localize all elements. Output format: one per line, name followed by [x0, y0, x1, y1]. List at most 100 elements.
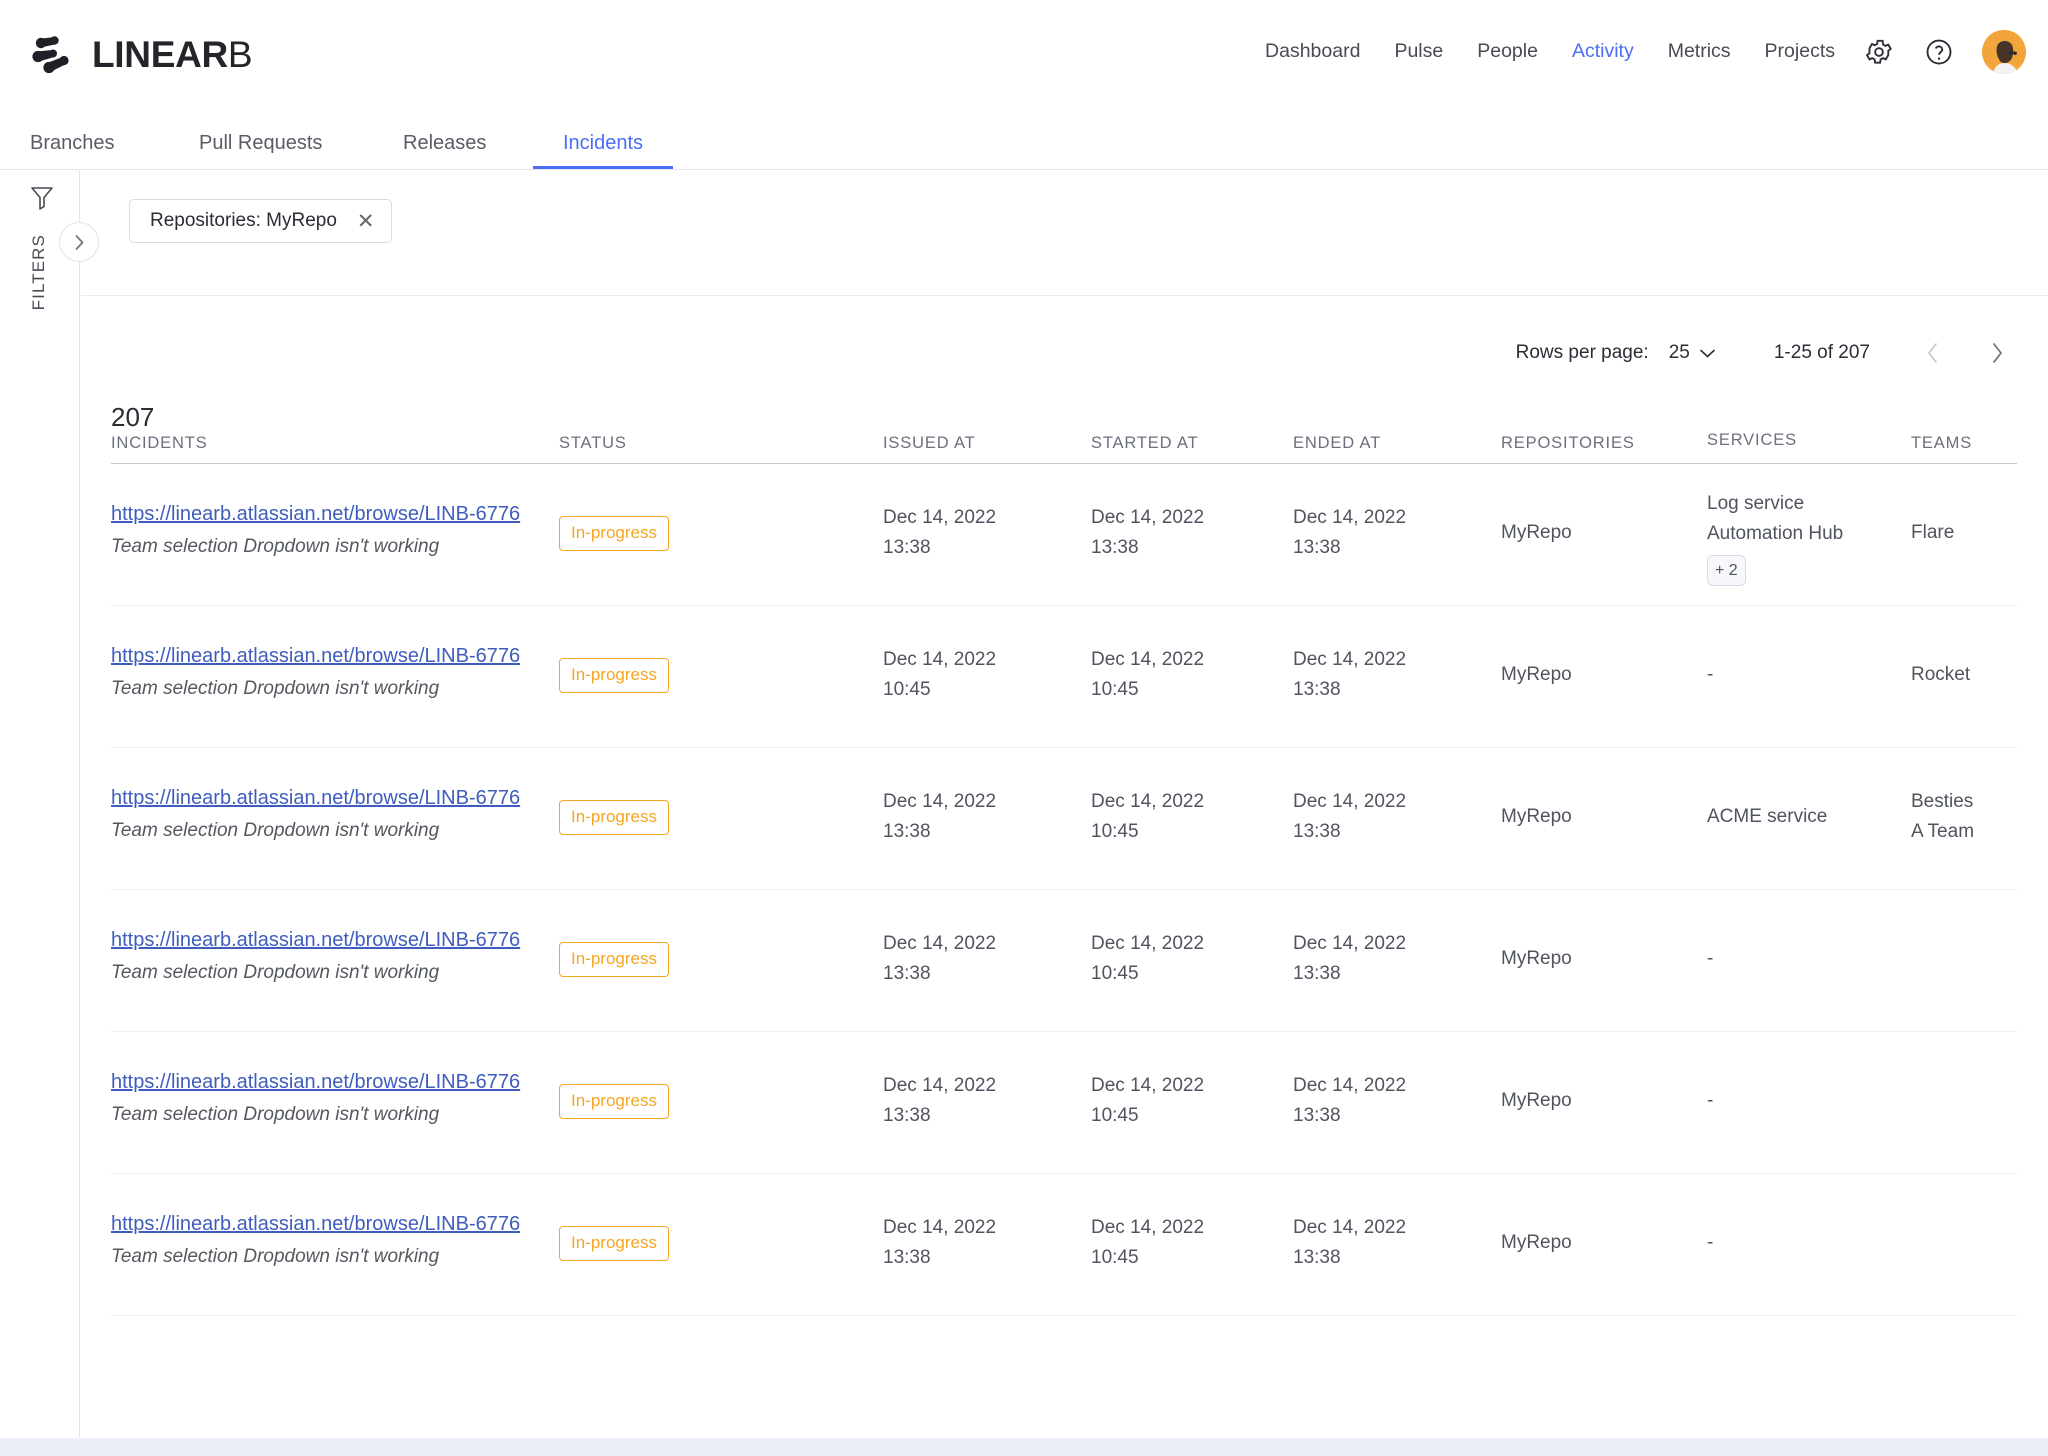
- table-header-row: 207 INCIDENTS STATUS ISSUED AT STARTED A…: [111, 402, 2017, 464]
- filters-rail: FILTERS: [0, 170, 80, 1438]
- table-row[interactable]: https://linearb.atlassian.net/browse/LIN…: [111, 1032, 2017, 1174]
- table-row[interactable]: https://linearb.atlassian.net/browse/LIN…: [111, 464, 2017, 606]
- column-header-teams: TEAMS: [1911, 434, 1973, 452]
- incident-link[interactable]: https://linearb.atlassian.net/browse/LIN…: [111, 929, 520, 952]
- incident-link[interactable]: https://linearb.atlassian.net/browse/LIN…: [111, 1071, 520, 1094]
- column-header-services: SERVICES: [1707, 431, 1797, 449]
- ended-at-date: Dec 14, 2022: [1293, 791, 1407, 812]
- bottom-strip: [0, 1438, 2048, 1456]
- team-name: Rocket: [1911, 664, 1971, 685]
- started-at-date: Dec 14, 2022: [1091, 649, 1205, 670]
- chevron-right-icon: [1993, 343, 2002, 363]
- ended-at-time: 13:38: [1293, 821, 1341, 842]
- chevron-down-icon: [1700, 349, 1715, 357]
- ended-at-cell: Dec 14, 2022 13:38: [1293, 1071, 1406, 1131]
- service-name: -: [1707, 1090, 1714, 1111]
- ended-at-date: Dec 14, 2022: [1293, 1217, 1407, 1238]
- close-icon[interactable]: ✕: [357, 211, 375, 232]
- issued-at-cell: Dec 14, 2022 13:38: [883, 503, 996, 563]
- linearb-logo-icon: [32, 36, 69, 74]
- table-row[interactable]: https://linearb.atlassian.net/browse/LIN…: [111, 606, 2017, 748]
- nav-item-projects[interactable]: Projects: [1748, 41, 1852, 62]
- incident-link[interactable]: https://linearb.atlassian.net/browse/LIN…: [111, 787, 520, 810]
- avatar[interactable]: [1982, 30, 2026, 74]
- table-row[interactable]: https://linearb.atlassian.net/browse/LIN…: [111, 748, 2017, 890]
- ended-at-date: Dec 14, 2022: [1293, 507, 1407, 528]
- table-row[interactable]: https://linearb.atlassian.net/browse/LIN…: [111, 1174, 2017, 1316]
- incident-link[interactable]: https://linearb.atlassian.net/browse/LIN…: [111, 645, 520, 668]
- ended-at-time: 13:38: [1293, 537, 1341, 558]
- incident-link[interactable]: https://linearb.atlassian.net/browse/LIN…: [111, 503, 520, 526]
- incident-link[interactable]: https://linearb.atlassian.net/browse/LIN…: [111, 1213, 520, 1236]
- brand-logo[interactable]: LINEARB: [30, 33, 253, 75]
- incidents-total-count: 207: [111, 402, 155, 432]
- ended-at-cell: Dec 14, 2022 13:38: [1293, 503, 1406, 563]
- nav-item-people[interactable]: People: [1460, 41, 1555, 62]
- tab-incidents[interactable]: Incidents: [532, 132, 674, 169]
- nav-item-pulse[interactable]: Pulse: [1377, 41, 1460, 62]
- ended-at-time: 13:38: [1293, 1105, 1341, 1126]
- issued-at-date: Dec 14, 2022: [883, 791, 997, 812]
- table-row[interactable]: https://linearb.atlassian.net/browse/LIN…: [111, 890, 2017, 1032]
- started-at-date: Dec 14, 2022: [1091, 791, 1205, 812]
- tab-releases[interactable]: Releases: [403, 132, 486, 169]
- services-cell: -: [1707, 944, 1713, 974]
- service-name: Automation Hub: [1707, 523, 1844, 544]
- repository-cell: MyRepo: [1501, 806, 1572, 827]
- column-header-repositories: REPOSITORIES: [1501, 434, 1635, 452]
- filter-chip-repositories[interactable]: Repositories: MyRepo ✕: [129, 199, 392, 243]
- teams-cell: Besties A Team: [1911, 787, 1974, 847]
- filters-expand-button[interactable]: [59, 222, 99, 262]
- brand-name: LINEARB: [92, 33, 253, 75]
- incident-subtitle: Team selection Dropdown isn't working: [111, 962, 440, 983]
- pagination-next-button[interactable]: [1986, 340, 2008, 366]
- issued-at-cell: Dec 14, 2022 10:45: [883, 645, 996, 705]
- gear-icon[interactable]: [1862, 35, 1896, 69]
- ended-at-cell: Dec 14, 2022 13:38: [1293, 929, 1406, 989]
- started-at-cell: Dec 14, 2022 13:38: [1091, 503, 1204, 563]
- rows-per-page-value: 25: [1668, 342, 1690, 363]
- repository-cell: MyRepo: [1501, 1232, 1572, 1253]
- table-body: https://linearb.atlassian.net/browse/LIN…: [111, 464, 2017, 1316]
- started-at-date: Dec 14, 2022: [1091, 1075, 1205, 1096]
- column-header-incidents: INCIDENTS: [111, 434, 208, 452]
- team-name: Besties: [1911, 791, 1974, 812]
- services-overflow-chip[interactable]: + 2: [1707, 555, 1746, 586]
- incidents-page: LINEARB Dashboard Pulse People Activity …: [0, 0, 2048, 1456]
- started-at-cell: Dec 14, 2022 10:45: [1091, 929, 1204, 989]
- tab-pull-requests[interactable]: Pull Requests: [199, 132, 322, 169]
- ended-at-date: Dec 14, 2022: [1293, 649, 1407, 670]
- tab-branches[interactable]: Branches: [30, 132, 115, 169]
- issued-at-time: 13:38: [883, 537, 931, 558]
- started-at-date: Dec 14, 2022: [1091, 507, 1205, 528]
- status-badge: In-progress: [559, 658, 669, 693]
- nav-item-metrics[interactable]: Metrics: [1651, 41, 1748, 62]
- team-name: Flare: [1911, 522, 1955, 543]
- started-at-time: 10:45: [1091, 1105, 1139, 1126]
- teams-cell: Rocket: [1911, 660, 1970, 690]
- started-at-date: Dec 14, 2022: [1091, 1217, 1205, 1238]
- ended-at-time: 13:38: [1293, 963, 1341, 984]
- ended-at-date: Dec 14, 2022: [1293, 933, 1407, 954]
- issued-at-time: 13:38: [883, 1105, 931, 1126]
- column-header-status: STATUS: [559, 434, 627, 452]
- ended-at-cell: Dec 14, 2022 13:38: [1293, 787, 1406, 847]
- column-header-ended-at: ENDED AT: [1293, 434, 1382, 452]
- help-icon[interactable]: [1922, 35, 1956, 69]
- issued-at-time: 13:38: [883, 1247, 931, 1268]
- nav-item-dashboard[interactable]: Dashboard: [1248, 41, 1377, 62]
- rows-per-page-select[interactable]: 25: [1669, 342, 1716, 364]
- filter-funnel-icon[interactable]: [30, 185, 54, 216]
- pagination-prev-button[interactable]: [1922, 340, 1944, 366]
- status-badge: In-progress: [559, 800, 669, 835]
- started-at-date: Dec 14, 2022: [1091, 933, 1205, 954]
- started-at-time: 10:45: [1091, 821, 1139, 842]
- ended-at-time: 13:38: [1293, 1247, 1341, 1268]
- status-badge: In-progress: [559, 942, 669, 977]
- pagination-range: 1-25 of 207: [1773, 342, 1870, 363]
- ended-at-cell: Dec 14, 2022 13:38: [1293, 1213, 1406, 1273]
- nav-item-activity[interactable]: Activity: [1555, 41, 1651, 62]
- services-cell: -: [1707, 660, 1713, 690]
- issued-at-cell: Dec 14, 2022 13:38: [883, 787, 996, 847]
- issued-at-time: 13:38: [883, 963, 931, 984]
